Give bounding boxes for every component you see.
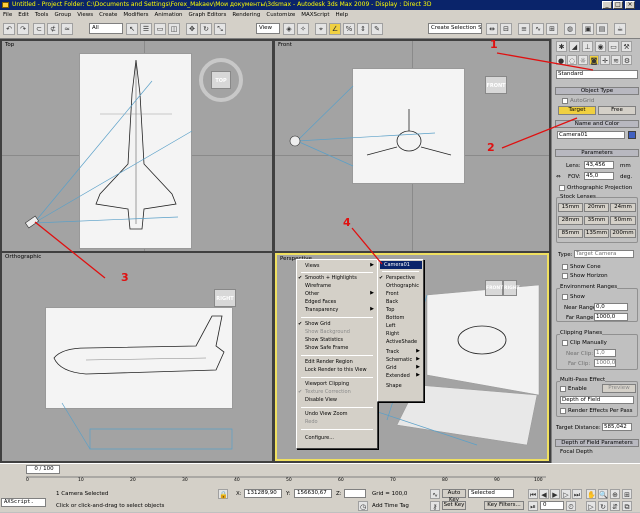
annotation-line-3: [34, 221, 106, 279]
annotation-number-3: 3: [121, 271, 129, 284]
annotation-line-1: [496, 52, 594, 71]
annotation-number-4: 4: [343, 216, 351, 229]
annotation-line-2: [501, 117, 578, 149]
annotation-number-1: 1: [490, 38, 498, 51]
annotation-overlay: [34, 52, 594, 279]
annotation-line-4: [351, 227, 383, 265]
annotation-number-2: 2: [487, 141, 495, 154]
